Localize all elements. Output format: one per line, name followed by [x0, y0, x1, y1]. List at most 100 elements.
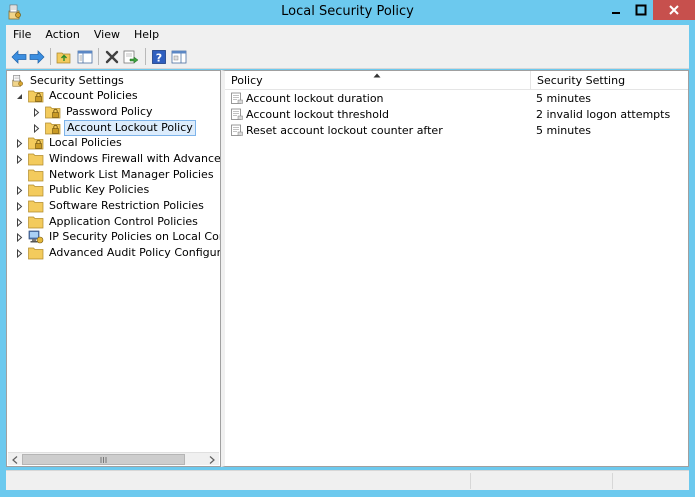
scroll-left-icon: [12, 455, 18, 464]
tree-item-label: Account Lockout Policy: [64, 120, 196, 136]
tree-item-password-policy[interactable]: Password Policy: [32, 104, 155, 120]
toolbar-separator: [50, 48, 51, 65]
folder-icon: [28, 200, 44, 213]
collapsed-arrow-icon[interactable]: [15, 217, 24, 227]
toolbar-separator: [145, 48, 146, 65]
tree-item-software-restriction-policies[interactable]: Software Restriction Policies: [15, 198, 206, 214]
tree-item-label: Advanced Audit Policy Configuration: [49, 246, 221, 259]
list-header: Policy Security Setting: [225, 71, 688, 90]
policy-item-icon: [231, 124, 243, 136]
forward-button[interactable]: [28, 48, 45, 65]
tree-item-label: Account Policies: [49, 89, 138, 102]
minimize-button[interactable]: [603, 0, 629, 20]
scroll-thumb[interactable]: [22, 454, 185, 465]
tree-item-label: Application Control Policies: [49, 215, 198, 228]
folder-icon: [28, 169, 44, 182]
help-icon: ?: [151, 49, 166, 64]
list-item[interactable]: Account lockout threshold 2 invalid logo…: [225, 106, 688, 122]
close-button[interactable]: [653, 0, 695, 20]
grip-icon: [100, 456, 107, 463]
help-button[interactable]: ?: [150, 48, 167, 65]
minimize-icon: [612, 12, 620, 14]
policy-cell: Reset account lockout counter after: [225, 124, 530, 137]
locked-folder-icon: [28, 137, 44, 150]
policy-item-icon: [231, 108, 243, 120]
folder-icon: [28, 216, 44, 229]
expanded-arrow-icon[interactable]: [15, 92, 24, 101]
ip-security-icon: [28, 230, 44, 244]
up-folder-button[interactable]: [55, 48, 72, 65]
collapsed-arrow-icon[interactable]: [15, 138, 24, 148]
tree-item-security-settings[interactable]: Security Settings: [11, 73, 126, 89]
menu-file[interactable]: File: [6, 25, 38, 44]
policy-list-pane[interactable]: Policy Security Setting Account lockout …: [221, 70, 689, 467]
forward-icon: [29, 49, 44, 64]
list-item[interactable]: Account lockout duration 5 minutes: [225, 90, 688, 106]
tree-item-label: Password Policy: [66, 105, 153, 118]
export-list-icon: [123, 50, 138, 63]
toolbar-separator: [98, 48, 99, 65]
collapsed-arrow-icon[interactable]: [15, 154, 24, 164]
menu-action[interactable]: Action: [38, 25, 86, 44]
security-setting-value: 5 minutes: [536, 91, 592, 105]
collapsed-arrow-icon[interactable]: [32, 107, 41, 117]
policy-cell: Account lockout threshold: [225, 108, 530, 121]
tree-item-account-policies[interactable]: Account Policies: [15, 88, 140, 104]
up-folder-icon: [56, 52, 70, 63]
tree-pane[interactable]: Security Settings Account Policies Passw…: [6, 70, 221, 467]
tree-item-account-lockout-policy[interactable]: Account Lockout Policy: [32, 120, 196, 136]
tree-item-windows-firewall[interactable]: Windows Firewall with Advanced Secu: [15, 151, 220, 167]
tree-item-label: Public Key Policies: [49, 183, 150, 196]
collapsed-arrow-icon[interactable]: [15, 248, 24, 258]
list-item[interactable]: Reset account lockout counter after 5 mi…: [225, 122, 688, 138]
status-section: [470, 473, 471, 489]
close-icon: [669, 5, 679, 15]
show-hide-tree-button[interactable]: [76, 48, 93, 65]
show-hide-tree-icon: [77, 50, 92, 63]
scroll-right-icon: [209, 455, 215, 464]
tree-item-label: Security Settings: [30, 74, 124, 87]
tree-item-network-list-manager[interactable]: Network List Manager Policies: [28, 167, 216, 183]
maximize-button[interactable]: [629, 0, 653, 20]
tree-item-ip-security-policies[interactable]: IP Security Policies on Local Compute: [15, 229, 220, 245]
scroll-left-button[interactable]: [8, 453, 22, 466]
policy-name: Account lockout duration: [246, 91, 384, 105]
tree-item-local-policies[interactable]: Local Policies: [15, 135, 124, 151]
security-settings-icon: [12, 75, 23, 87]
title-bar[interactable]: Local Security Policy: [0, 0, 695, 25]
scroll-right-button[interactable]: [205, 453, 219, 466]
svg-text:?: ?: [155, 51, 161, 64]
policy-item-icon: [231, 92, 243, 104]
tree-item-label: Local Policies: [49, 136, 122, 149]
collapsed-arrow-icon[interactable]: [15, 201, 24, 211]
delete-icon: [105, 50, 118, 63]
tree-item-advanced-audit-policy[interactable]: Advanced Audit Policy Configuration: [15, 245, 221, 261]
toolbar: ?: [6, 44, 689, 69]
main-window: Local Security Policy File Action View H…: [0, 0, 695, 497]
properties-pane-button[interactable]: [170, 48, 187, 65]
security-setting-value: 2 invalid logon attempts: [536, 107, 671, 121]
tree-item-label: Network List Manager Policies: [49, 168, 214, 181]
collapsed-arrow-icon[interactable]: [32, 123, 41, 133]
tree-item-public-key-policies[interactable]: Public Key Policies: [15, 182, 151, 198]
tree-item-label: Software Restriction Policies: [49, 199, 204, 212]
policy-cell: Account lockout duration: [225, 92, 530, 105]
collapsed-arrow-icon[interactable]: [15, 232, 24, 242]
delete-button[interactable]: [103, 48, 120, 65]
folder-icon: [28, 247, 44, 260]
column-header-security-setting[interactable]: Security Setting: [531, 71, 688, 90]
security-setting-value: 5 minutes: [536, 123, 592, 137]
menu-help[interactable]: Help: [127, 25, 166, 44]
back-button[interactable]: [10, 48, 27, 65]
policy-name: Account lockout threshold: [246, 107, 390, 121]
back-icon: [11, 49, 26, 64]
collapsed-arrow-icon[interactable]: [15, 185, 24, 195]
tree-horizontal-scrollbar[interactable]: [8, 452, 219, 465]
status-bar: [6, 470, 689, 490]
maximize-icon: [635, 4, 647, 16]
tree-item-application-control-policies[interactable]: Application Control Policies: [15, 214, 200, 230]
content-area: Security Settings Account Policies Passw…: [6, 70, 689, 467]
menu-view[interactable]: View: [87, 25, 127, 44]
window-title: Local Security Policy: [281, 4, 414, 19]
export-list-button[interactable]: [122, 48, 139, 65]
